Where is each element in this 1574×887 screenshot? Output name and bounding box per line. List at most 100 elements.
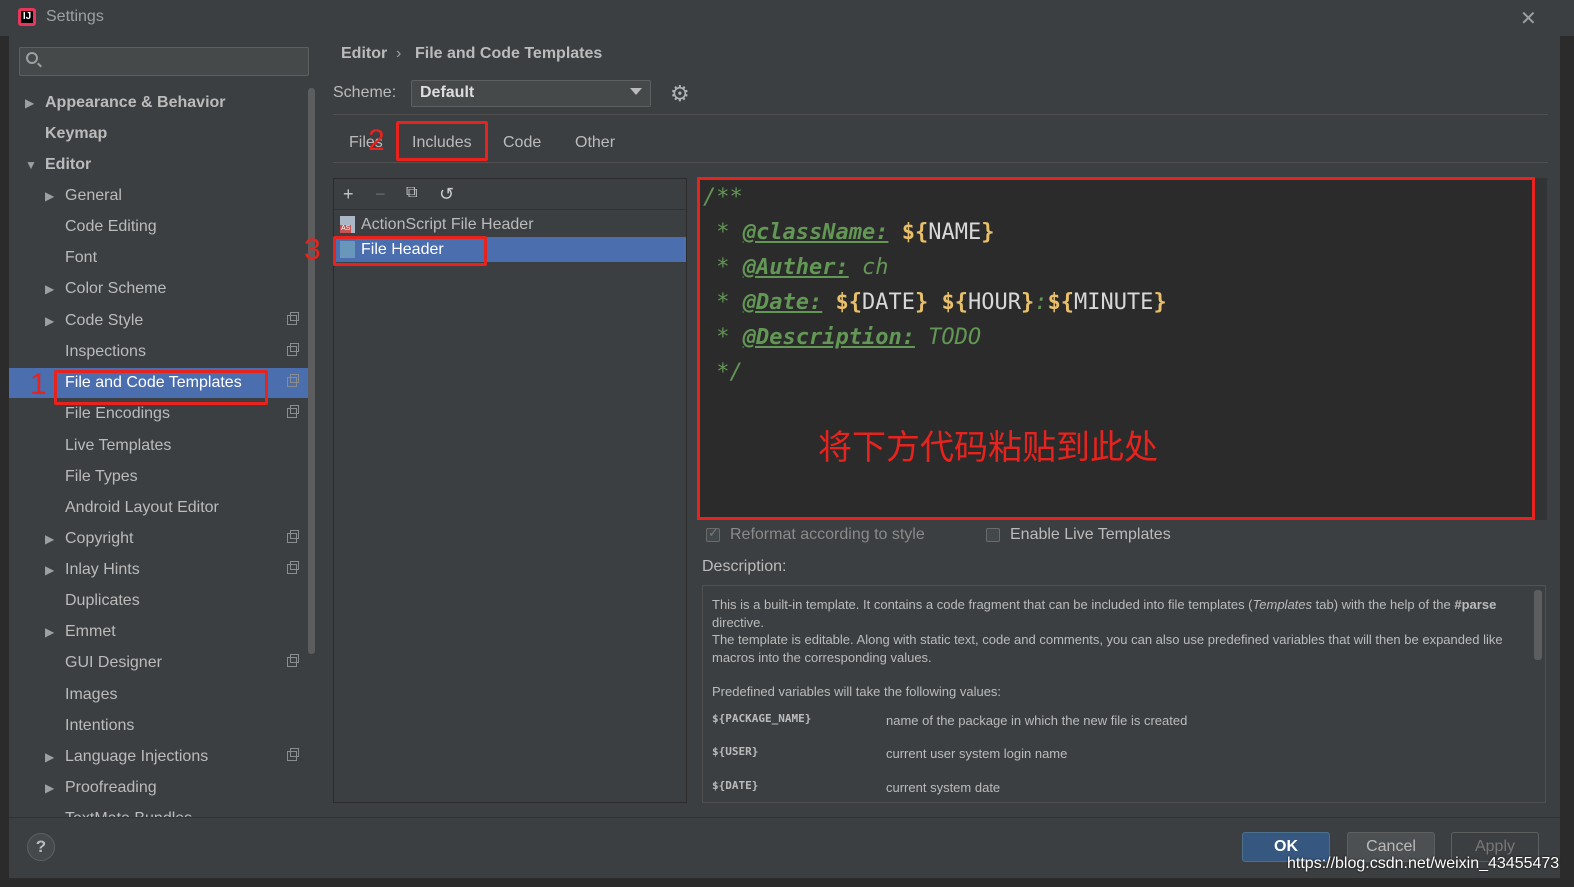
- sidebar-item-images[interactable]: Images: [9, 680, 315, 710]
- sidebar-item-proofreading[interactable]: ▶ Proofreading: [9, 773, 315, 803]
- sidebar-scrollbar[interactable]: [308, 88, 315, 654]
- variable-description: current system date: [886, 780, 1001, 795]
- close-icon[interactable]: ✕: [1520, 6, 1537, 31]
- breadcrumb-parent[interactable]: Editor: [341, 45, 387, 63]
- help-button[interactable]: ?: [27, 833, 55, 861]
- add-icon[interactable]: +: [343, 184, 354, 205]
- project-scope-icon: [287, 374, 299, 387]
- sidebar-item-gui-designer[interactable]: GUI Designer: [9, 648, 315, 678]
- sidebar-item-font[interactable]: Font: [9, 243, 315, 273]
- search-icon: [26, 52, 38, 64]
- sidebar-item-live-templates[interactable]: Live Templates: [9, 431, 315, 461]
- expand-arrow-icon[interactable]: ▶: [45, 524, 54, 554]
- intellij-app-icon: IJ: [18, 8, 36, 26]
- project-scope-icon: [287, 343, 299, 356]
- sidebar-item-language-injections[interactable]: ▶ Language Injections: [9, 742, 315, 772]
- enable-live-templates-label: Enable Live Templates: [1010, 526, 1171, 543]
- template-item-actionscript-file-header[interactable]: ActionScript File Header: [334, 212, 686, 237]
- variable-description: current user system login name: [886, 746, 1068, 761]
- enable-live-templates-checkbox[interactable]: [986, 528, 1000, 542]
- collapse-arrow-icon[interactable]: ▼: [25, 150, 37, 180]
- description-scrollbar[interactable]: [1534, 590, 1542, 660]
- project-scope-icon: [287, 748, 299, 761]
- sidebar-item-appearance-behavior[interactable]: ▶ Appearance & Behavior: [9, 88, 315, 118]
- window-title: Settings: [46, 8, 104, 25]
- expand-arrow-icon[interactable]: ▶: [45, 181, 54, 211]
- chevron-down-icon: [630, 88, 642, 95]
- tab-divider: [333, 162, 1548, 163]
- background-editor-strip: [0, 878, 1574, 887]
- reformat-label: Reformat according to style: [730, 526, 925, 543]
- code-line-4: * @Date: ${DATE} ${HOUR}:${MINUTE}: [703, 290, 1167, 315]
- sidebar-item-inspections[interactable]: Inspections: [9, 337, 315, 367]
- copy-icon[interactable]: ⧉: [406, 184, 417, 202]
- annotation-number-3: 3: [304, 233, 321, 266]
- project-scope-icon: [287, 654, 299, 667]
- tab-other[interactable]: Other: [575, 134, 615, 152]
- project-scope-icon: [287, 312, 299, 325]
- scheme-label: Scheme:: [333, 84, 397, 101]
- template-list-panel: [333, 178, 687, 803]
- expand-arrow-icon[interactable]: ▶: [25, 88, 34, 118]
- sidebar-item-android-layout-editor[interactable]: Android Layout Editor: [9, 493, 315, 523]
- reformat-checkbox[interactable]: [706, 525, 720, 542]
- tab-code[interactable]: Code: [503, 134, 541, 152]
- annotation-number-2: 2: [368, 124, 385, 157]
- sidebar-item-inlay-hints[interactable]: ▶ Inlay Hints: [9, 555, 315, 585]
- sidebar-item-keymap[interactable]: Keymap: [9, 119, 315, 149]
- expand-arrow-icon[interactable]: ▶: [45, 306, 54, 336]
- code-line-2: * @className: ${NAME}: [703, 220, 995, 245]
- gear-icon[interactable]: ⚙: [670, 83, 690, 105]
- description-paragraph-1: This is a built-in template. It contains…: [712, 597, 1497, 630]
- code-line-3: * @Auther: ch: [703, 255, 889, 280]
- sidebar-item-color-scheme[interactable]: ▶ Color Scheme: [9, 274, 315, 304]
- description-title: Description:: [702, 558, 787, 575]
- expand-arrow-icon[interactable]: ▶: [45, 617, 54, 647]
- editor-scrollbar[interactable]: [1535, 178, 1547, 520]
- window-edge-left: [0, 0, 9, 887]
- variable-name: ${DATE}: [712, 779, 759, 792]
- scheme-value: Default: [420, 84, 475, 101]
- paste-instruction-note: 将下方代码粘贴到此处: [818, 428, 1158, 468]
- sidebar-item-code-editing[interactable]: Code Editing: [9, 212, 315, 242]
- annotation-box-2: [396, 121, 488, 161]
- sidebar-item-general[interactable]: ▶ General: [9, 181, 315, 211]
- expand-arrow-icon[interactable]: ▶: [45, 773, 54, 803]
- code-line-5: * @Description: TODO: [703, 325, 982, 350]
- expand-arrow-icon[interactable]: ▶: [45, 274, 54, 304]
- window-edge-right: [1560, 0, 1574, 887]
- sidebar-item-intentions[interactable]: Intentions: [9, 711, 315, 741]
- expand-arrow-icon[interactable]: ▶: [45, 555, 54, 585]
- footer-divider: [9, 817, 1560, 818]
- divider: [333, 114, 1548, 115]
- sidebar-item-emmet[interactable]: ▶ Emmet: [9, 617, 315, 647]
- settings-search-input[interactable]: [19, 47, 309, 76]
- sidebar-item-textmate-bundles-clipped[interactable]: TextMate Bundles: [9, 804, 315, 817]
- reset-icon[interactable]: ↺: [439, 184, 454, 205]
- sidebar-item-file-types[interactable]: File Types: [9, 462, 315, 492]
- breadcrumb-separator: ›: [396, 45, 402, 62]
- sidebar-item-duplicates[interactable]: Duplicates: [9, 586, 315, 616]
- project-scope-icon: [287, 530, 299, 543]
- code-line-6: */: [703, 360, 743, 385]
- code-line-1: /**: [703, 185, 743, 210]
- annotation-box-1: [54, 370, 268, 405]
- actionscript-file-icon: [340, 216, 355, 233]
- remove-icon[interactable]: −: [375, 184, 386, 205]
- description-paragraph-3: Predefined variables will take the follo…: [712, 684, 1002, 699]
- annotation-box-3: [333, 236, 487, 266]
- page-title: File and Code Templates: [415, 45, 603, 62]
- sidebar-item-copyright[interactable]: ▶ Copyright: [9, 524, 315, 554]
- expand-arrow-icon[interactable]: ▶: [45, 742, 54, 772]
- watermark-text: https://blog.csdn.net/weixin_43455473: [1287, 855, 1560, 872]
- variable-name: ${PACKAGE_NAME}: [712, 712, 812, 725]
- project-scope-icon: [287, 405, 299, 418]
- sidebar-item-editor[interactable]: ▼ Editor: [9, 150, 315, 180]
- sidebar-item-code-style[interactable]: ▶ Code Style: [9, 306, 315, 336]
- project-scope-icon: [287, 561, 299, 574]
- annotation-number-1: 1: [30, 368, 47, 401]
- description-paragraph-2: The template is editable. Along with sta…: [712, 632, 1503, 665]
- title-bar: [0, 0, 1574, 36]
- template-list-toolbar: [334, 179, 686, 210]
- variable-description: name of the package in which the new fil…: [886, 713, 1188, 728]
